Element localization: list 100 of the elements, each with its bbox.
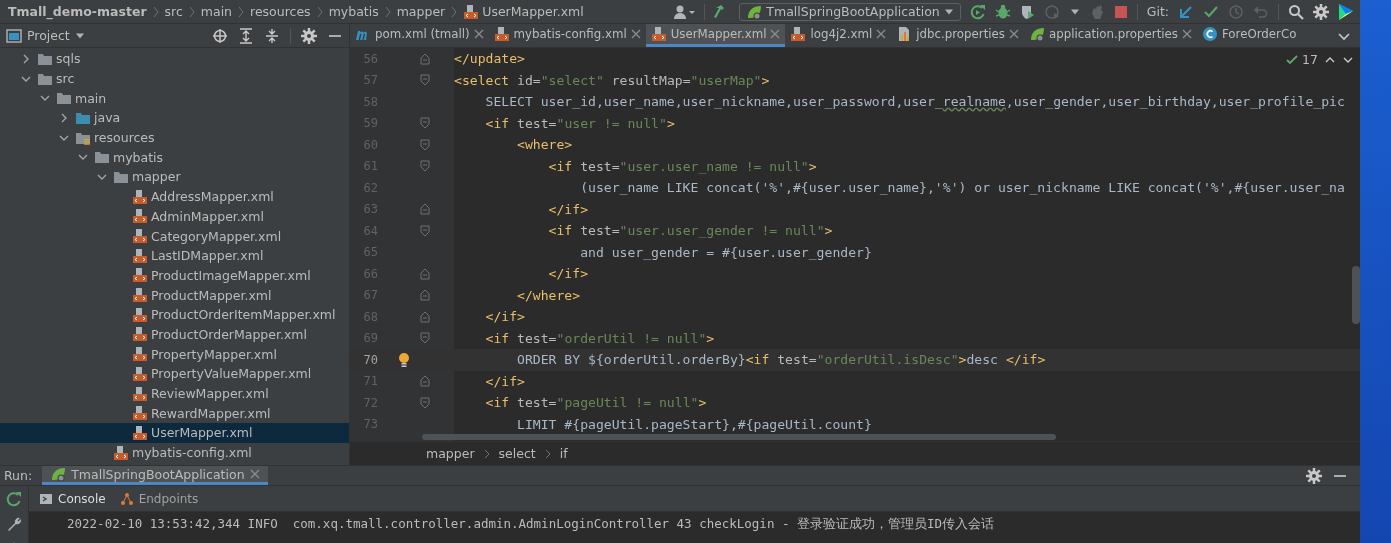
- editor-tab[interactable]: log4j2.xml: [785, 24, 892, 47]
- editor-tab[interactable]: UserMapper.xml: [645, 24, 786, 47]
- collapse-all-icon[interactable]: [264, 27, 280, 44]
- xml-file-icon: [132, 365, 148, 382]
- xml-file-icon: [790, 26, 807, 42]
- tree-item[interactable]: resources: [0, 127, 349, 148]
- line-number: 70: [362, 352, 378, 367]
- editor-tab[interactable]: jdbc.properties: [891, 24, 1024, 47]
- tree-item[interactable]: ProductImageMapper.xml: [0, 265, 349, 286]
- rerun-icon[interactable]: [969, 3, 986, 20]
- breadcrumb-item[interactable]: if: [559, 446, 568, 461]
- console-tab[interactable]: Endpoints: [119, 491, 199, 506]
- tree-item[interactable]: java: [0, 108, 349, 128]
- breadcrumb-item[interactable]: UserMapper.xml: [482, 4, 584, 19]
- wrench-icon[interactable]: [6, 516, 22, 532]
- breadcrumb-item[interactable]: mybatis: [328, 4, 379, 19]
- breadcrumb-item[interactable]: src: [164, 4, 183, 19]
- settings-icon[interactable]: [1306, 467, 1322, 484]
- bug-icon[interactable]: [994, 3, 1011, 20]
- update-arrow-icon[interactable]: [1178, 3, 1194, 20]
- scrollbar[interactable]: [422, 434, 1056, 440]
- project-view-dropdown[interactable]: Project: [6, 27, 85, 44]
- caret-icon[interactable]: [1069, 8, 1080, 15]
- close-icon[interactable]: [770, 29, 781, 39]
- tree-item[interactable]: PropertyMapper.xml: [0, 344, 349, 364]
- tree-item[interactable]: CategoryMapper.xml: [0, 226, 349, 246]
- fold-icon[interactable]: [420, 74, 430, 87]
- tree-item[interactable]: main: [0, 88, 349, 109]
- fold-icon[interactable]: [420, 117, 430, 130]
- run-configuration-dropdown[interactable]: TmallSpringBootApplication: [739, 2, 961, 21]
- console-tab[interactable]: Console: [39, 491, 106, 506]
- editor-tab[interactable]: mybatis-config.xml: [488, 24, 646, 47]
- tree-item[interactable]: ProductOrderItemMapper.xml: [0, 304, 349, 325]
- breadcrumb-item[interactable]: resources: [250, 4, 311, 19]
- fold-icon[interactable]: [420, 289, 430, 302]
- xml-file-icon: [132, 424, 148, 441]
- leaf-icon: [746, 3, 763, 20]
- settings-icon[interactable]: [301, 27, 317, 44]
- fold-icon[interactable]: [420, 138, 430, 151]
- tree-item[interactable]: AddressMapper.xml: [0, 186, 349, 207]
- tree-item[interactable]: mapper: [0, 167, 349, 187]
- xml-file-icon: [132, 267, 148, 284]
- editor-tab[interactable]: ForeOrderCo: [1197, 24, 1302, 47]
- xml-file-icon: [493, 26, 510, 42]
- fold-icon[interactable]: [420, 310, 430, 323]
- fold-icon[interactable]: [420, 224, 430, 237]
- code-line: (user_name LIKE concat('%',#{user.user_name},'%') or user_nickname LIKE concat('%',#{user.user_na: [579, 179, 1345, 197]
- fold-icon[interactable]: [420, 375, 430, 388]
- tree-item[interactable]: mybatis: [0, 147, 349, 168]
- breadcrumb-item[interactable]: mapper: [396, 4, 446, 19]
- app-logo-icon[interactable]: [1338, 2, 1354, 21]
- inspection-count[interactable]: 17: [1285, 52, 1318, 67]
- editor-tab[interactable]: application.properties: [1023, 24, 1197, 47]
- xml-file-icon: [132, 385, 148, 402]
- target-icon[interactable]: [212, 27, 228, 44]
- tree-item[interactable]: RewardMapper.xml: [0, 403, 349, 424]
- close-icon[interactable]: [876, 29, 887, 39]
- tree-item[interactable]: ProductOrderMapper.xml: [0, 324, 349, 345]
- settings-icon[interactable]: [1313, 3, 1329, 20]
- close-icon[interactable]: [630, 29, 641, 39]
- check-icon: [1285, 52, 1300, 67]
- tree-item[interactable]: ReviewMapper.xml: [0, 383, 349, 404]
- tree-item[interactable]: sqls: [0, 49, 349, 69]
- run-tab[interactable]: TmallSpringBootApplication: [42, 466, 268, 485]
- user-icon[interactable]: [673, 3, 696, 20]
- fold-icon[interactable]: [420, 267, 430, 280]
- xml-file-icon: [132, 346, 148, 363]
- fold-icon[interactable]: [420, 160, 430, 173]
- tree-item[interactable]: src: [0, 68, 349, 89]
- code-line: </if>: [484, 308, 525, 326]
- breadcrumb-item[interactable]: main: [200, 4, 233, 19]
- close-icon[interactable]: [1182, 29, 1192, 39]
- fold-icon[interactable]: [420, 203, 430, 216]
- close-icon[interactable]: [473, 29, 484, 39]
- expand-all-icon[interactable]: [238, 27, 254, 44]
- scrollbar[interactable]: [1352, 266, 1360, 324]
- code-line: and user_gender = #{user.user_gender}: [579, 243, 872, 262]
- fold-icon[interactable]: [420, 396, 430, 409]
- search-icon[interactable]: [1288, 3, 1304, 20]
- close-icon[interactable]: [249, 469, 260, 479]
- xml-file-icon: [132, 208, 148, 225]
- rerun-icon[interactable]: [6, 491, 22, 507]
- breadcrumb-item[interactable]: mapper: [426, 446, 475, 461]
- caret-icon: [74, 32, 85, 39]
- lightbulb-icon[interactable]: [398, 351, 410, 368]
- tree-item[interactable]: mybatis-config.xml: [0, 442, 349, 463]
- breadcrumb-item[interactable]: Tmall_demo-master: [8, 4, 147, 19]
- breadcrumb-item[interactable]: select: [498, 446, 536, 461]
- tree-item[interactable]: ProductMapper.xml: [0, 285, 349, 305]
- tree-item[interactable]: AdminMapper.xml: [0, 206, 349, 227]
- fold-icon[interactable]: [420, 52, 430, 65]
- tree-item[interactable]: PropertyValueMapper.xml: [0, 364, 349, 384]
- xml-file-icon: [132, 188, 148, 205]
- tree-item[interactable]: LastIDMapper.xml: [0, 245, 349, 266]
- stop-icon[interactable]: [1113, 4, 1128, 19]
- shield-run-icon[interactable]: [1019, 3, 1036, 20]
- editor-tab[interactable]: pom.xml (tmall): [350, 24, 489, 47]
- tree-item[interactable]: UserMapper.xml: [0, 423, 349, 443]
- fold-icon[interactable]: [420, 332, 430, 345]
- close-icon[interactable]: [1008, 29, 1019, 39]
